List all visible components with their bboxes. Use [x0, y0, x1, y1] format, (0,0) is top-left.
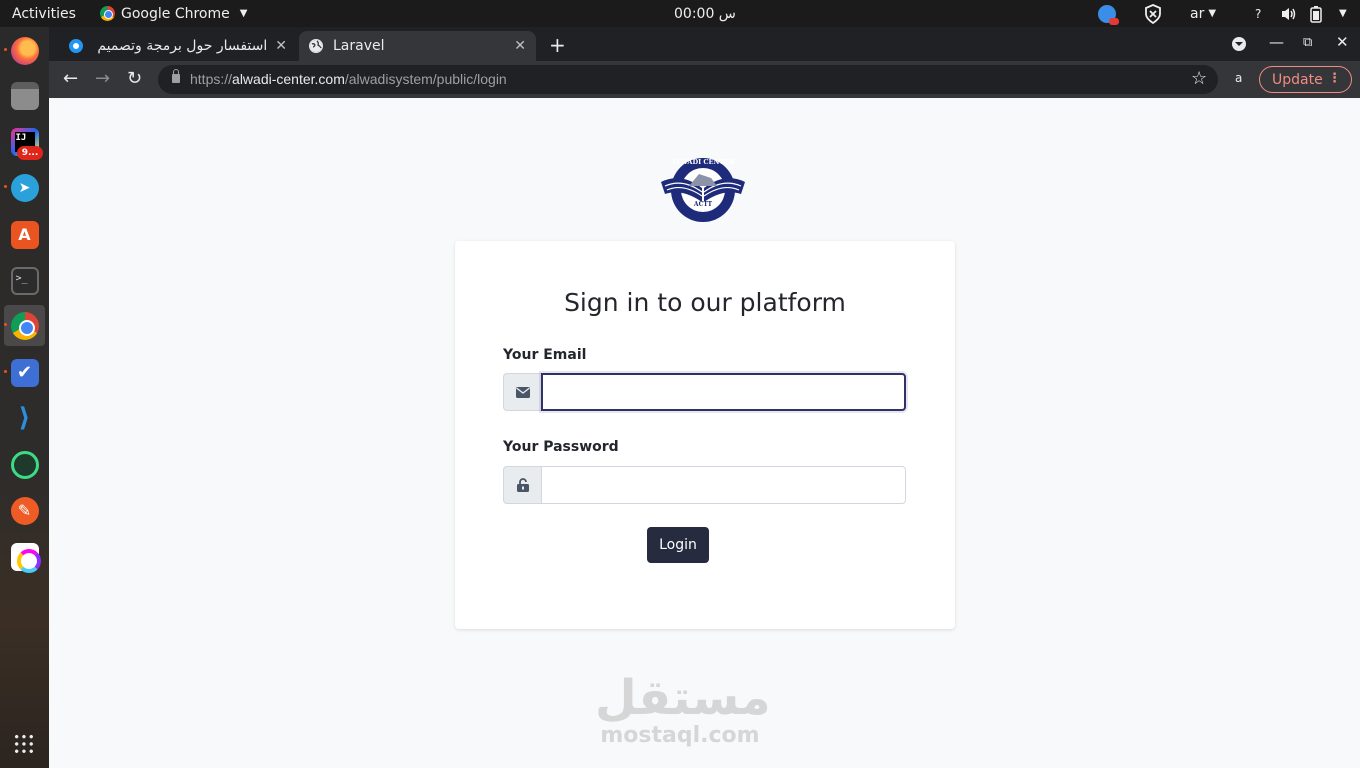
dock-item-chrome[interactable] — [4, 305, 45, 346]
dock-item-clickup[interactable] — [4, 536, 45, 577]
browser-tab-strip: استفسار حول برمجة وتصميم ✕ Laravel ✕ + —… — [49, 27, 1360, 61]
more-vert-icon: ⋮ — [1328, 71, 1341, 86]
language-selector[interactable]: ar ▼ — [1190, 0, 1216, 27]
system-menu-chevron-icon[interactable]: ▼ — [1335, 0, 1347, 27]
dock-item-files[interactable] — [4, 75, 45, 116]
login-card: Sign in to our platform Your Email Your … — [455, 241, 955, 629]
bookmark-star-icon[interactable]: ☆ — [1191, 68, 1207, 89]
shield-icon[interactable] — [1144, 0, 1162, 27]
telegram-icon: ➤ — [10, 173, 39, 202]
system-top-bar: Activities Google Chrome ▼ س 00:00 ar ▼ ?… — [0, 0, 1360, 27]
back-arrow-icon[interactable]: ← — [63, 68, 78, 89]
reload-icon[interactable]: ↻ — [127, 68, 142, 89]
close-icon[interactable]: ✕ — [514, 38, 526, 54]
dock-item-telegram[interactable]: ➤ — [4, 167, 45, 208]
unlock-icon — [503, 466, 541, 504]
tab-title: استفسار حول برمجة وتصميم — [97, 38, 268, 54]
window-close-icon[interactable]: ✕ — [1336, 33, 1349, 51]
dock-item-tasks[interactable]: ✔ — [4, 352, 45, 393]
volume-icon[interactable] — [1280, 0, 1298, 27]
page-viewport: ACTT ALWADI CENTER Sign in to our platfo… — [49, 98, 1360, 768]
app-menu[interactable]: Google Chrome ▼ — [100, 0, 247, 27]
browser-toolbar: ← → ↻ https://alwadi-center.com/alwadisy… — [49, 61, 1360, 98]
software-store-icon: A — [10, 220, 39, 249]
firefox-icon — [10, 36, 39, 65]
app-menu-label: Google Chrome — [121, 5, 230, 22]
dock: IJ ➤ A >_ ✔ ⟩ ✎ — [0, 27, 49, 768]
tab-title: Laravel — [333, 38, 385, 54]
tab-inactive[interactable]: استفسار حول برمجة وتصميم ✕ — [59, 31, 297, 61]
close-icon[interactable]: ✕ — [275, 38, 287, 54]
tray-app-indicator-icon[interactable] — [1098, 0, 1119, 27]
mostaql-watermark: مستقل mostaql.com — [595, 670, 771, 748]
logo-bottom-text: ACTT — [693, 201, 713, 208]
watermark-arabic-text: مستقل — [595, 670, 771, 726]
password-input-group — [503, 466, 906, 504]
update-button[interactable]: Update ⋮ — [1259, 66, 1352, 93]
dock-item-terminal[interactable]: >_ — [4, 260, 45, 301]
battery-icon[interactable] — [1310, 0, 1322, 27]
clock[interactable]: س 00:00 — [674, 0, 736, 27]
activities-button[interactable]: Activities — [12, 0, 76, 27]
restore-icon[interactable]: ⧉ — [1303, 35, 1312, 50]
profile-avatar[interactable]: a — [1235, 71, 1242, 85]
email-field[interactable] — [541, 373, 906, 411]
new-tab-plus-icon[interactable]: + — [549, 33, 566, 57]
tab-search-icon[interactable] — [1232, 37, 1246, 51]
minimize-icon[interactable]: — — [1269, 33, 1284, 51]
globe-icon — [309, 39, 323, 53]
vscode-icon: ⟩ — [18, 402, 31, 433]
dock-item-postman[interactable]: ✎ — [4, 490, 45, 531]
dock-item-software-store[interactable]: A — [4, 214, 45, 255]
envelope-icon — [503, 373, 541, 411]
postman-icon: ✎ — [10, 496, 39, 525]
lock-icon[interactable] — [172, 69, 180, 83]
password-label: Your Password — [503, 439, 619, 455]
help-icon[interactable]: ? — [1255, 0, 1261, 27]
email-label: Your Email — [503, 347, 587, 363]
terminal-icon: >_ — [10, 266, 39, 295]
login-button[interactable]: Login — [647, 527, 709, 563]
telegram-unread-badge: 9... — [17, 146, 43, 160]
dock-item-vscode[interactable]: ⟩ — [4, 397, 45, 438]
tab-active[interactable]: Laravel ✕ — [299, 31, 536, 61]
alwadi-center-logo: ACTT ALWADI CENTER — [661, 158, 745, 222]
dock-item-firefox[interactable] — [4, 30, 45, 71]
chrome-icon — [10, 311, 39, 340]
chrome-icon — [100, 6, 115, 21]
android-studio-icon — [10, 450, 39, 479]
email-input-group — [503, 373, 906, 411]
page-title: Sign in to our platform — [564, 288, 846, 317]
url-text[interactable]: https://alwadi-center.com/alwadisystem/p… — [190, 71, 507, 87]
files-icon — [10, 81, 39, 110]
tasks-icon: ✔ — [10, 358, 39, 387]
address-bar[interactable]: https://alwadi-center.com/alwadisystem/p… — [158, 65, 1218, 94]
tab-favicon-icon — [69, 39, 83, 53]
dock-item-android-studio[interactable] — [4, 444, 45, 485]
clickup-icon — [10, 542, 41, 573]
logo-top-text: ALWADI CENTER — [670, 158, 735, 166]
app-grid-icon[interactable] — [13, 733, 35, 755]
password-field[interactable] — [541, 466, 906, 504]
chevron-down-icon: ▼ — [239, 8, 248, 19]
watermark-domain-text: mostaql.com — [600, 723, 760, 748]
chevron-down-icon: ▼ — [1208, 8, 1217, 19]
forward-arrow-icon[interactable]: → — [95, 68, 110, 89]
